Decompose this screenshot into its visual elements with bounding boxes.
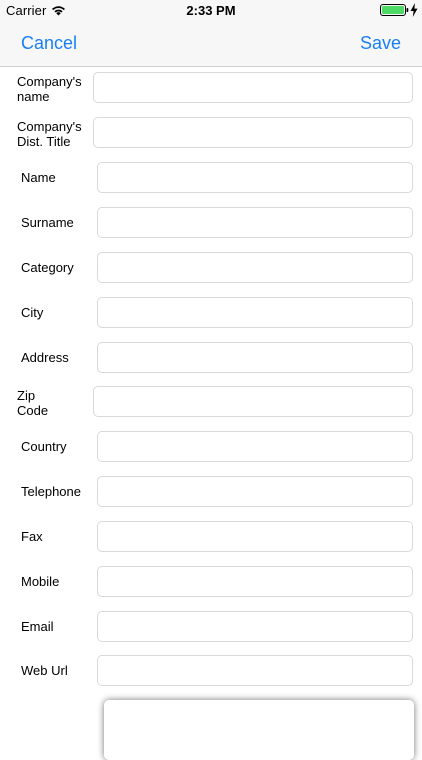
clock: 2:33 PM [186,3,236,18]
fax-input[interactable] [97,521,413,552]
category-input[interactable] [97,252,413,283]
city-label: City [21,305,44,320]
category-label: Category [21,260,74,275]
company-dist-title-label-line2: Dist. Title [17,134,71,149]
zip-code-input[interactable] [93,386,413,417]
telephone-label: Telephone [21,484,81,499]
company-name-label-line2: name [17,89,50,104]
company-dist-title-label: Company's Dist. Title [17,119,82,149]
web-url-label: Web Url [21,663,68,678]
mobile-label: Mobile [21,574,60,589]
bottom-text-area[interactable] [104,700,414,760]
company-name-input[interactable] [93,72,413,103]
zip-code-label: Zip Code [17,388,48,418]
cancel-button[interactable]: Cancel [21,33,77,54]
email-label: Email [21,619,54,634]
company-dist-title-label-line1: Company's [17,119,82,134]
battery-icon [380,4,409,16]
zip-code-label-line2: Code [17,403,49,418]
city-input[interactable] [97,297,413,328]
name-input[interactable] [97,162,413,193]
address-input[interactable] [97,342,413,373]
status-bar: Carrier 2:33 PM [0,0,422,22]
email-input[interactable] [97,611,413,642]
navigation-bar: Cancel Save [0,22,422,67]
save-button[interactable]: Save [360,33,401,54]
web-url-input[interactable] [97,655,413,686]
fax-label: Fax [21,529,43,544]
surname-input[interactable] [97,207,413,238]
surname-label: Surname [21,215,74,230]
zip-code-label-line1: Zip [17,388,36,403]
company-dist-title-input[interactable] [93,117,413,148]
country-input[interactable] [97,431,413,462]
name-label: Name [21,170,56,185]
mobile-input[interactable] [97,566,413,597]
address-label: Address [21,350,69,365]
company-name-label-line1: Company's [17,74,82,89]
telephone-input[interactable] [97,476,413,507]
bolt-icon [410,3,418,17]
company-name-label: Company's name [17,74,82,104]
country-label: Country [21,439,67,454]
